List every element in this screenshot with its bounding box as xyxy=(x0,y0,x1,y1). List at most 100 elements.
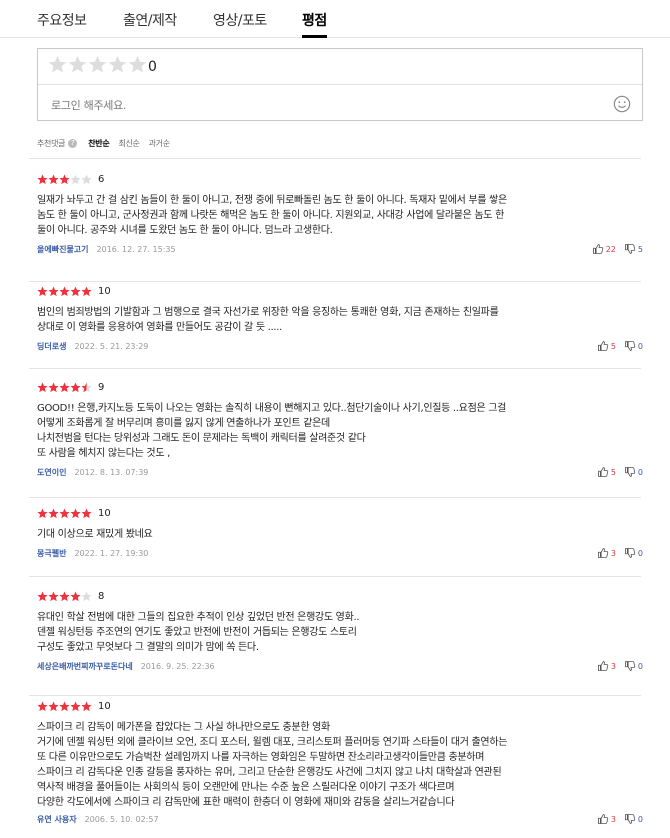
review-author[interactable]: 도연이인 xyxy=(37,467,66,478)
tab-video-photo[interactable]: 영상/포토 xyxy=(213,10,267,30)
dislike-button[interactable]: 0 xyxy=(624,813,643,825)
dislike-count: 0 xyxy=(637,467,643,477)
dislike-button[interactable]: 0 xyxy=(624,466,643,478)
divider xyxy=(29,576,641,577)
review-text: 유대인 학살 전범에 대한 그들의 집요한 추적이 인상 깊었던 반전 은행강도… xyxy=(37,612,360,653)
tab-rating[interactable]: 평점 xyxy=(302,10,327,30)
dislike-button[interactable]: 5 xyxy=(624,243,643,255)
review-meta: 유연 사용자 2006. 5. 10. 02:57 xyxy=(37,814,159,825)
sort-by-newest[interactable]: 최신순 xyxy=(118,138,139,149)
review-votes: 5 0 xyxy=(589,466,643,478)
sort-by-oldest[interactable]: 과거순 xyxy=(149,138,170,149)
tab-main-info[interactable]: 주요정보 xyxy=(37,10,87,30)
review-score: 9 xyxy=(98,381,105,393)
thumb-up-icon xyxy=(597,341,608,351)
review-author[interactable]: 세상은배까번찌까꾸로돈다네 xyxy=(37,661,133,672)
star-filled-icon xyxy=(70,591,81,601)
like-count: 3 xyxy=(610,548,616,558)
help-icon[interactable]: ? xyxy=(68,138,78,148)
like-count: 3 xyxy=(610,814,616,824)
star-filled-icon xyxy=(37,508,48,518)
review-text: 스파이크 리 감독이 메가폰을 잡았다는 그 사실 하나만으로도 충분한 영화 … xyxy=(37,722,508,808)
review-text: 범인의 범죄방법의 기발함과 그 범행으로 결국 자선가로 위장한 악을 응징하… xyxy=(37,307,499,333)
review-score: 10 xyxy=(98,700,111,712)
review-score: 6 xyxy=(98,173,105,185)
tab-cast-crew[interactable]: 출연/제작 xyxy=(123,10,177,30)
review-date: 2016. 12. 27. 15:35 xyxy=(96,245,176,254)
comment-input-placeholder[interactable]: 로그인 해주세요. xyxy=(51,97,126,113)
review-votes: 22 5 xyxy=(584,243,643,255)
review-votes: 3 0 xyxy=(589,547,643,559)
smile-icon[interactable] xyxy=(613,95,631,113)
dislike-count: 0 xyxy=(637,661,643,671)
selected-score: 0 xyxy=(148,59,157,75)
star-filled-icon xyxy=(70,508,81,518)
dislike-count: 0 xyxy=(637,341,643,351)
thumb-down-icon xyxy=(624,661,636,671)
dislike-count: 0 xyxy=(637,548,643,558)
star-filled-icon xyxy=(59,174,70,184)
thumb-down-icon xyxy=(624,467,636,477)
star-filled-icon xyxy=(37,591,48,601)
star-filled-icon xyxy=(59,508,70,518)
thumb-down-icon xyxy=(624,814,636,824)
empty-star-icon[interactable] xyxy=(48,55,67,74)
like-button[interactable]: 5 xyxy=(597,340,616,352)
rating-input-box: 0 로그인 해주세요. xyxy=(37,48,643,121)
review-item: 6 일재가 놔두고 간 걸 삼킨 놈들이 한 둘이 아니고, 전쟁 중에 뒤로빠… xyxy=(37,173,643,258)
dislike-button[interactable]: 0 xyxy=(624,660,643,672)
thumb-up-icon xyxy=(597,814,608,824)
review-rating: 10 xyxy=(37,285,111,297)
thumb-up-icon xyxy=(597,548,608,558)
like-count: 5 xyxy=(610,467,616,477)
empty-star-icon[interactable] xyxy=(128,55,147,74)
star-filled-icon xyxy=(59,701,70,711)
like-count: 3 xyxy=(610,661,616,671)
review-score: 10 xyxy=(98,285,111,297)
star-filled-icon xyxy=(81,286,92,296)
recommended-comments-label: 추천댓글 xyxy=(37,138,66,148)
star-filled-icon xyxy=(48,701,59,711)
tab-bar: 주요정보 출연/제작 영상/포토 평점 xyxy=(0,0,670,38)
empty-star-icon[interactable] xyxy=(88,55,107,74)
empty-star-icon[interactable] xyxy=(108,55,127,74)
review-date: 2012. 8. 13. 07:39 xyxy=(74,468,149,477)
star-half-icon xyxy=(81,382,92,392)
review-rating: 9 xyxy=(37,381,104,393)
like-button[interactable]: 22 xyxy=(592,243,616,255)
review-author[interactable]: 올에빠진물고기 xyxy=(37,244,89,255)
empty-star-icon[interactable] xyxy=(68,55,87,74)
like-button[interactable]: 3 xyxy=(597,547,616,559)
star-empty-icon xyxy=(81,591,92,601)
review-rating: 10 xyxy=(37,700,111,712)
like-button[interactable]: 3 xyxy=(597,813,616,825)
review-author[interactable]: 딩더로생 xyxy=(37,341,66,352)
review-rating: 6 xyxy=(37,173,104,185)
star-filled-icon xyxy=(70,286,81,296)
review-score: 10 xyxy=(98,507,111,519)
like-button[interactable]: 3 xyxy=(597,660,616,672)
star-empty-icon xyxy=(81,174,92,184)
dislike-count: 0 xyxy=(637,814,643,824)
review-author[interactable]: 몽극펠반 xyxy=(37,548,66,559)
review-meta: 몽극펠반 2022. 1. 27. 19:30 xyxy=(37,548,148,559)
review-votes: 3 0 xyxy=(589,813,643,825)
thumb-up-icon xyxy=(597,467,608,477)
like-count: 5 xyxy=(610,341,616,351)
star-filled-icon xyxy=(48,508,59,518)
like-button[interactable]: 5 xyxy=(597,466,616,478)
sort-bar: 추천댓글 ? 찬반순 최신순 과거순 xyxy=(37,136,179,150)
review-stars xyxy=(37,701,92,712)
sort-by-votes[interactable]: 찬반순 xyxy=(88,138,109,149)
active-tab-indicator xyxy=(302,35,327,38)
rating-star-selector[interactable] xyxy=(48,55,148,74)
review-author[interactable]: 유연 사용자 xyxy=(37,814,77,825)
dislike-button[interactable]: 0 xyxy=(624,340,643,352)
divider xyxy=(29,368,641,369)
divider xyxy=(29,695,641,696)
review-votes: 5 0 xyxy=(589,340,643,352)
thumb-down-icon xyxy=(624,548,636,558)
star-filled-icon xyxy=(37,382,48,392)
dislike-button[interactable]: 0 xyxy=(624,547,643,559)
star-filled-icon xyxy=(37,174,48,184)
